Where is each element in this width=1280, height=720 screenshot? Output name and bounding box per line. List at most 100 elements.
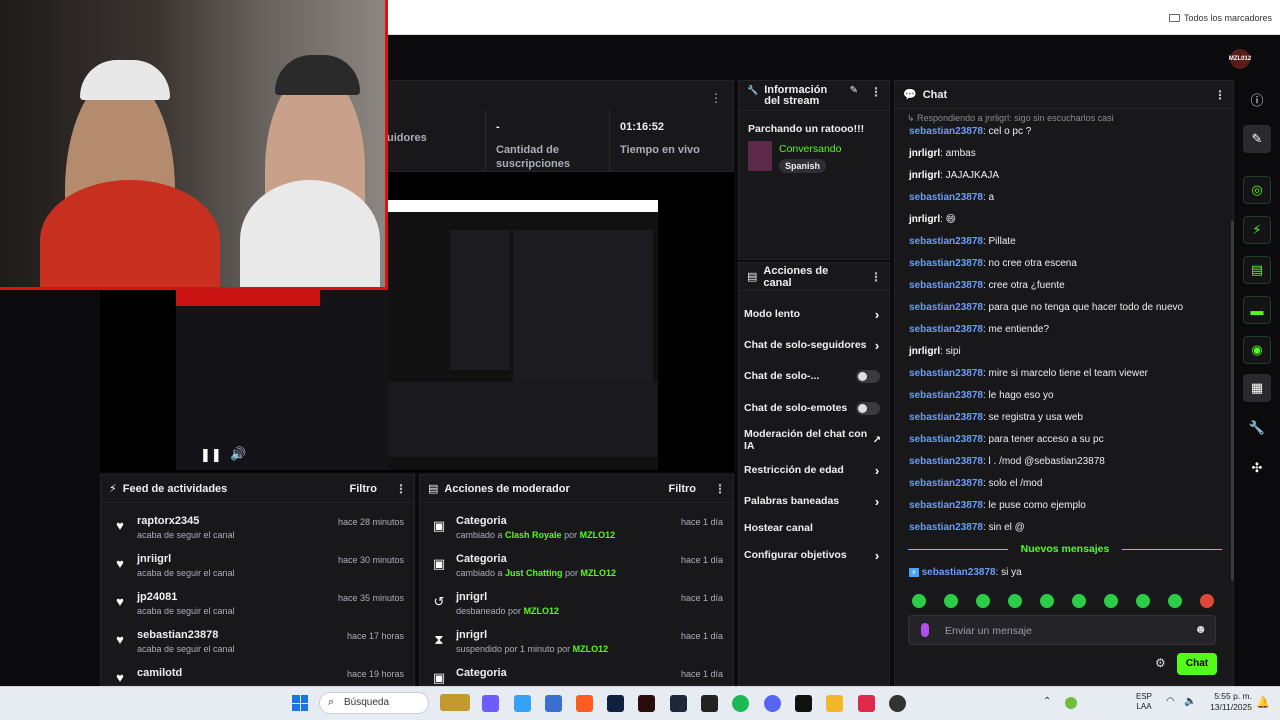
feed-menu-icon[interactable]: ⋮ [395,482,407,496]
list-item[interactable]: ♥ camilotd hace 19 horas [101,665,414,685]
mod-filter-button[interactable]: Filtro [669,483,697,495]
chat-username[interactable]: sebastian23878 [909,478,983,489]
chat-username[interactable]: sebastian23878 [909,192,983,203]
emote-icon[interactable] [1200,594,1214,608]
app-icon[interactable] [482,695,499,712]
chat-username[interactable]: sebastian23878 [909,456,983,467]
chevron-up-icon[interactable]: ⌃ [1043,696,1051,707]
camera-icon[interactable]: ◎ [1243,176,1271,204]
table-row[interactable]: ⧗ jnrigrl suspendido por 1 minuto por MZLO… [420,627,733,665]
emote-icon[interactable] [1008,594,1022,608]
list-item[interactable]: ♥ jnriigrl acaba de seguir el canal hace 30… [101,551,414,589]
emote-icon[interactable] [1168,594,1182,608]
windows-start-icon[interactable] [292,695,308,711]
chat-message[interactable]: sebastian23878: solo el /mod [909,478,1042,489]
emote-icon[interactable] [912,594,926,608]
list-item[interactable]: ♥ sebastian23878 acaba de seguir el canal h… [101,627,414,665]
folder-icon[interactable] [826,695,843,712]
epic-games-icon[interactable] [701,695,718,712]
info-icon[interactable]: ⓘ [1243,85,1271,113]
taskbar-clock[interactable]: 5:55 p. m. 13/11/2025 [1210,691,1252,713]
chat-input[interactable]: Enviar un mensaje ☻ [908,615,1216,645]
tiktok-icon[interactable] [795,695,812,712]
chat-username[interactable]: jnrligrl [909,346,940,357]
chat-settings-icon[interactable]: ⚙ [1155,656,1166,670]
emotes-only-toggle[interactable] [856,401,880,415]
chat-message[interactable]: sebastian23878: cel o pc ? [909,126,1031,137]
stats-menu-icon[interactable]: ⋮ [710,89,722,107]
table-row[interactable]: ↺ jnrigrl desbaneado por MZLO12 hace 1 día [420,589,733,627]
chat-username[interactable]: sebastian23878 [909,390,983,401]
wrench-icon[interactable]: 🔧 [1243,414,1271,442]
chat-message[interactable]: jnrligrl: ambas [909,148,976,159]
feed-filter-button[interactable]: Filtro [350,483,378,495]
photoshop-icon[interactable] [607,695,624,712]
mod-menu-icon[interactable]: ⋮ [714,482,726,496]
chat-message[interactable]: sebastian23878: le puse como ejemplo [909,500,1086,511]
chat-message[interactable]: sebastian23878: para que no tenga que ha… [909,302,1183,313]
chat-message[interactable]: sebastian23878: l . /mod @sebastian23878 [909,456,1105,467]
store-icon[interactable] [545,695,562,712]
action-configure-goals[interactable]: Configurar objetivos › [739,548,889,563]
edit-icon[interactable]: ✎ [1243,125,1271,153]
chat-username[interactable]: sebastian23878 [909,236,983,247]
layout-icon[interactable]: ▦ [1243,374,1271,402]
table-row[interactable]: ▣ Categoria cambiado a Clash Royale por MZ… [420,513,733,551]
lightning-icon[interactable]: ⚡ [1243,216,1271,244]
taskbar-search[interactable]: ⌕ Búsqueda [319,692,429,714]
notification-bell-icon[interactable]: 🔔 [1256,696,1270,709]
chat-username[interactable]: sebastian23878 [909,302,983,313]
chat-username[interactable]: sebastian23878 [909,368,983,379]
puzzle-icon[interactable]: ✣ [1243,454,1271,482]
chat-username[interactable]: sebastian23878 [909,258,983,269]
chat-message[interactable]: sebastian23878: mire si marcelo tiene el… [909,368,1148,379]
chat-username[interactable]: sebastian23878 [909,434,983,445]
chat-icon[interactable]: ▬ [1243,296,1271,324]
brave-icon[interactable] [576,695,593,712]
chat-username[interactable]: sebastian23878 [909,324,983,335]
document-icon[interactable]: ▤ [1243,256,1271,284]
tray-icon[interactable] [1065,697,1077,709]
discord-icon[interactable] [764,695,781,712]
emote-icon[interactable] [1040,594,1054,608]
table-row[interactable]: ▣ Categoria cambiado a Just Chatting por M… [420,551,733,589]
broadcast-icon[interactable]: ◉ [1243,336,1271,364]
chat-scrollbar[interactable] [1231,221,1234,581]
language-indicator[interactable]: ESP LAA [1136,692,1152,712]
action-banned-words[interactable]: Palabras baneadas › [739,494,889,509]
chat-message[interactable]: jnrligrl: sipi [909,346,961,357]
illustrator-icon[interactable] [638,695,655,712]
info-menu-icon[interactable]: ⋮ [870,85,882,99]
chat-username[interactable]: sebastian23878 [909,412,983,423]
emoji-icon[interactable]: ☻ [1194,622,1207,636]
action-host-channel[interactable]: Hostear canal [739,521,889,535]
action-age-restriction[interactable]: Restricción de edad › [739,463,889,478]
chat-menu-icon[interactable]: ⋮ [1214,88,1226,102]
emote-icon[interactable] [944,594,958,608]
subs-only-toggle[interactable] [856,369,880,383]
chat-message[interactable]: jnrligrl: JAJAJKAJA [909,170,999,181]
chat-message[interactable]: sebastian23878: no cree otra escena [909,258,1077,269]
chat-username[interactable]: jnrligrl [909,214,940,225]
speaker-icon[interactable]: 🔈 [1184,696,1196,707]
chat-message[interactable]: sebastian23878: se registra y usa web [909,412,1083,423]
chat-message[interactable]: sebastian23878: sin el @ [909,522,1025,533]
volume-icon[interactable]: 🔊 [230,446,246,462]
action-slow-mode[interactable]: Modo lento › [739,307,889,322]
copilot-icon[interactable] [514,695,531,712]
chat-message[interactable]: ⚡ sebastian23878: si ya [909,567,1022,578]
chat-message[interactable]: jnrligrl: 😄 [909,214,956,225]
avatar[interactable]: MZL012 [1229,49,1251,69]
pause-icon[interactable]: ❚❚ [200,447,222,463]
emote-icon[interactable] [1104,594,1118,608]
list-item[interactable]: ♥ raptorx2345 acaba de seguir el canal hace… [101,513,414,551]
chat-send-button[interactable]: Chat [1177,653,1217,675]
emote-icon[interactable] [976,594,990,608]
actions-menu-icon[interactable]: ⋮ [870,270,882,284]
chat-message[interactable]: sebastian23878: a [909,192,994,203]
new-messages-divider[interactable]: Nuevos mensajes [908,543,1222,557]
chat-username[interactable]: sebastian23878 [909,522,983,533]
action-ai-moderation[interactable]: Moderación del chat con IA ↗ [739,428,889,452]
emote-icon[interactable] [1136,594,1150,608]
chat-username[interactable]: jnrligrl [909,148,940,159]
